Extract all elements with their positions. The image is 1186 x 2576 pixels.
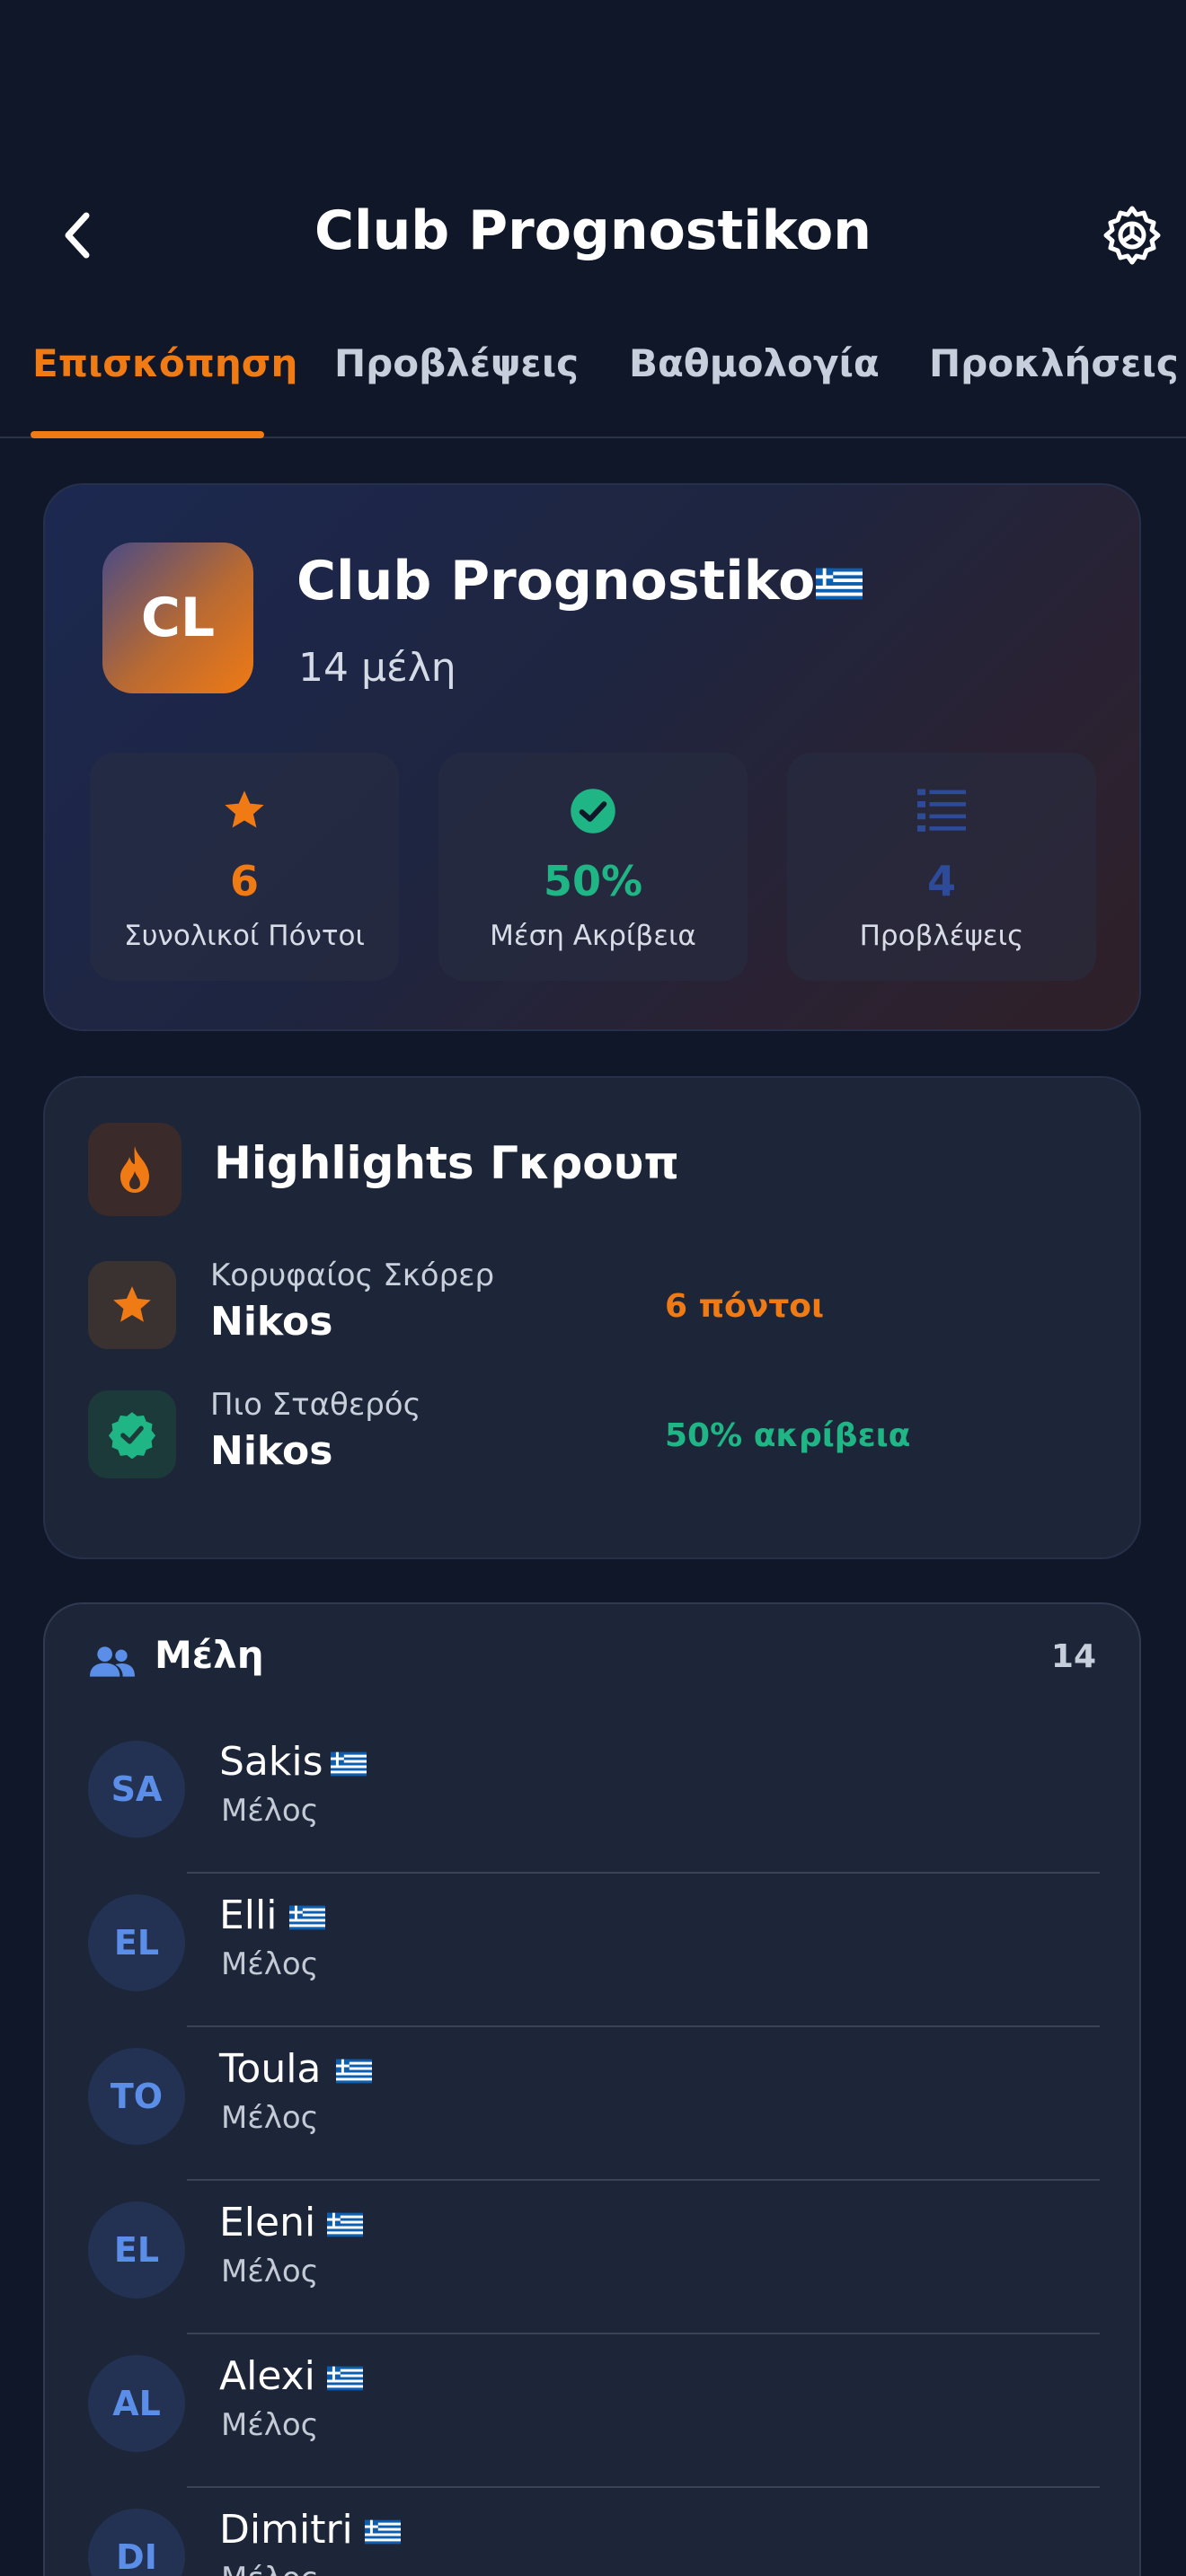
flame-icon <box>120 1146 149 1193</box>
avatar: EL <box>88 1894 185 1991</box>
member-row[interactable]: SA Sakis Μέλος <box>45 1721 1143 1874</box>
highlight-name: Nikos <box>210 1299 333 1345</box>
club-member-count: 14 μέλη <box>298 645 456 691</box>
highlights-title: Highlights Γκρουπ <box>214 1137 679 1189</box>
stat-total-points: 6 Συνολικοί Πόντοι <box>90 753 399 981</box>
tab-bar: Επισκόπηση Προβλέψεις Βαθμολογία Προκλήσ… <box>0 332 1186 438</box>
member-name: Sakis <box>219 1739 323 1785</box>
member-row[interactable]: DI Dimitri Μέλος <box>45 2489 1143 2576</box>
club-avatar: CL <box>102 543 253 693</box>
tab-standings[interactable]: Βαθμολογία <box>629 341 880 385</box>
greek-flag-icon <box>327 2212 363 2237</box>
avatar: DI <box>88 2509 185 2576</box>
member-role: Μέλος <box>221 2407 319 2443</box>
highlight-label: Κορυφαίος Σκόρερ <box>210 1257 495 1293</box>
member-role: Μέλος <box>221 1793 319 1829</box>
member-name: Eleni <box>219 2200 316 2245</box>
member-name: Elli <box>219 1892 278 1938</box>
divider <box>187 1872 1100 1874</box>
member-row[interactable]: EL Elli Μέλος <box>45 1875 1143 2027</box>
gear-icon <box>1103 206 1161 265</box>
stat-label: Προβλέψεις <box>859 920 1024 952</box>
club-name: Club Prognostikon <box>296 550 854 613</box>
club-summary-card: CL Club Prognostikon 14 μέλη 6 Συνολικοί… <box>43 483 1141 1031</box>
tab-predictions[interactable]: Προβλέψεις <box>334 341 579 385</box>
avatar: TO <box>88 2048 185 2145</box>
member-row[interactable]: AL Alexi Μέλος <box>45 2335 1143 2488</box>
member-row[interactable]: TO Toula Μέλος <box>45 2028 1143 2181</box>
greek-flag-icon <box>327 2366 363 2391</box>
greek-flag-icon <box>331 1751 367 1777</box>
divider <box>187 2025 1100 2027</box>
highlight-value: 6 πόντοι <box>665 1288 825 1325</box>
tab-overview[interactable]: Επισκόπηση <box>32 341 297 385</box>
page-title: Club Prognostikon <box>314 199 872 262</box>
member-row[interactable]: EL Eleni Μέλος <box>45 2182 1143 2334</box>
member-name: Alexi <box>219 2353 315 2399</box>
member-role: Μέλος <box>221 2100 319 2136</box>
verified-badge-icon <box>108 1412 156 1459</box>
top-app-bar: Club Prognostikon <box>0 180 1186 291</box>
star-icon <box>113 1286 151 1322</box>
member-role: Μέλος <box>221 1946 319 1982</box>
group-highlights-card: Highlights Γκρουπ Κορυφαίος Σκόρερ Nikos… <box>43 1076 1141 1559</box>
stat-value: 6 <box>229 857 259 905</box>
tab-challenges[interactable]: Προκλήσεις <box>929 341 1179 385</box>
avatar: EL <box>88 2201 185 2298</box>
member-name: Dimitri <box>219 2507 353 2553</box>
member-role: Μέλος <box>221 2561 319 2576</box>
highlight-label: Πιο Σταθερός <box>210 1387 421 1423</box>
divider <box>187 2333 1100 2334</box>
avatar: SA <box>88 1741 185 1838</box>
list-icon <box>917 789 966 832</box>
greek-flag-icon <box>365 2519 401 2545</box>
greek-flag-icon <box>289 1905 325 1930</box>
check-circle-icon <box>571 789 615 834</box>
divider <box>187 2179 1100 2181</box>
greek-flag-icon <box>336 2059 372 2084</box>
member-role: Μέλος <box>221 2254 319 2289</box>
stat-predictions: 4 Προβλέψεις <box>787 753 1096 981</box>
highlight-value: 50% ακρίβεια <box>665 1417 911 1454</box>
active-tab-indicator <box>31 431 264 438</box>
members-title: Μέλη <box>155 1633 264 1677</box>
people-icon <box>90 1646 135 1677</box>
stat-average-accuracy: 50% Μέση Ακρίβεια <box>438 753 748 981</box>
member-name: Toula <box>219 2046 322 2092</box>
stat-value: 4 <box>926 857 956 905</box>
members-count: 14 <box>1050 1638 1096 1675</box>
greek-flag-icon <box>816 568 863 600</box>
stat-label: Συνολικοί Πόντοι <box>124 920 365 952</box>
avatar: AL <box>88 2355 185 2452</box>
star-icon <box>225 790 264 828</box>
members-card: Μέλη 14 SA Sakis Μέλος EL Elli Μέλος TO … <box>43 1602 1141 2576</box>
highlight-name: Nikos <box>210 1428 333 1474</box>
divider <box>187 2486 1100 2488</box>
stat-value: 50% <box>543 857 643 905</box>
settings-button[interactable] <box>1098 201 1166 269</box>
stat-label: Μέση Ακρίβεια <box>490 920 696 952</box>
